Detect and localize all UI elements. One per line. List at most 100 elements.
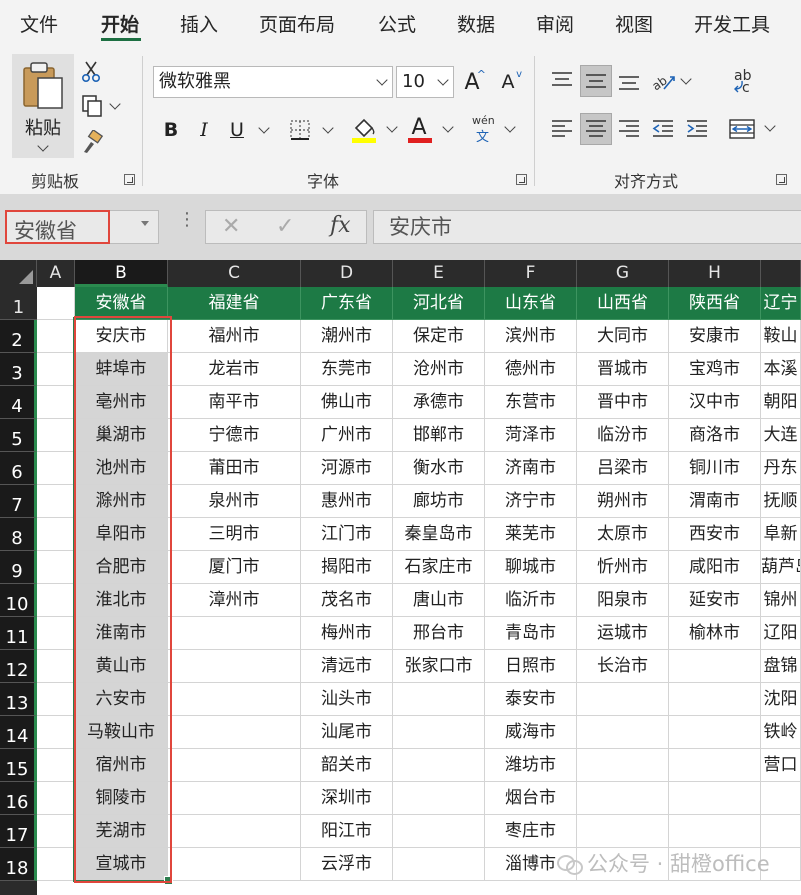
align-right-button[interactable] bbox=[614, 114, 644, 144]
column-header-g[interactable]: G bbox=[577, 260, 669, 287]
table-cell[interactable]: 临沂市 bbox=[485, 584, 577, 617]
table-cell[interactable]: 三明市 bbox=[168, 518, 301, 551]
table-cell[interactable] bbox=[168, 815, 301, 848]
row-header-5[interactable]: 5 bbox=[0, 419, 37, 452]
table-cell[interactable]: 衡水市 bbox=[393, 452, 485, 485]
table-cell[interactable] bbox=[168, 749, 301, 782]
table-cell[interactable]: 厦门市 bbox=[168, 551, 301, 584]
header-cell[interactable]: 山西省 bbox=[577, 287, 669, 320]
cell-a2[interactable] bbox=[37, 320, 75, 353]
tab-formulas[interactable]: 公式 bbox=[378, 10, 416, 37]
column-header-d[interactable]: D bbox=[301, 260, 393, 287]
tab-data[interactable]: 数据 bbox=[457, 10, 495, 37]
table-cell[interactable] bbox=[393, 749, 485, 782]
table-cell[interactable]: 榆林市 bbox=[669, 617, 761, 650]
table-cell[interactable]: 惠州市 bbox=[301, 485, 393, 518]
table-cell[interactable]: 西安市 bbox=[669, 518, 761, 551]
cell-a18[interactable] bbox=[37, 848, 75, 881]
table-cell[interactable]: 安康市 bbox=[669, 320, 761, 353]
column-header-b[interactable]: B bbox=[75, 260, 168, 287]
table-cell[interactable]: 太原市 bbox=[577, 518, 669, 551]
wrap-text-button[interactable]: ab c bbox=[728, 66, 762, 100]
tab-review[interactable]: 审阅 bbox=[536, 10, 574, 37]
merge-center-button[interactable] bbox=[728, 114, 778, 144]
column-header-a[interactable]: A bbox=[37, 260, 75, 287]
cell-a11[interactable] bbox=[37, 617, 75, 650]
cell-a12[interactable] bbox=[37, 650, 75, 683]
cell-a10[interactable] bbox=[37, 584, 75, 617]
table-cell[interactable] bbox=[393, 848, 485, 881]
selected-cell[interactable]: 合肥市 bbox=[75, 551, 168, 584]
row-header-14[interactable]: 14 bbox=[0, 716, 37, 749]
borders-button[interactable] bbox=[286, 116, 336, 144]
header-cell[interactable]: 山东省 bbox=[485, 287, 577, 320]
table-cell[interactable]: 朔州市 bbox=[577, 485, 669, 518]
table-cell[interactable]: 唐山市 bbox=[393, 584, 485, 617]
table-cell[interactable]: 济宁市 bbox=[485, 485, 577, 518]
table-cell[interactable]: 延安市 bbox=[669, 584, 761, 617]
font-launcher-icon[interactable] bbox=[516, 174, 527, 185]
table-cell[interactable]: 石家庄市 bbox=[393, 551, 485, 584]
table-cell[interactable]: 丹东 bbox=[761, 452, 801, 485]
cell-a9[interactable] bbox=[37, 551, 75, 584]
table-cell[interactable]: 忻州市 bbox=[577, 551, 669, 584]
table-cell[interactable] bbox=[669, 782, 761, 815]
selected-cell[interactable]: 芜湖市 bbox=[75, 815, 168, 848]
cell-a4[interactable] bbox=[37, 386, 75, 419]
cell-a13[interactable] bbox=[37, 683, 75, 716]
selected-cell[interactable]: 亳州市 bbox=[75, 386, 168, 419]
fill-color-button[interactable] bbox=[350, 114, 398, 146]
table-cell[interactable] bbox=[168, 683, 301, 716]
row-header-2[interactable]: 2 bbox=[0, 320, 37, 353]
table-cell[interactable] bbox=[669, 650, 761, 683]
table-cell[interactable]: 商洛市 bbox=[669, 419, 761, 452]
row-header-1[interactable]: 1 bbox=[0, 287, 37, 320]
table-cell[interactable]: 聊城市 bbox=[485, 551, 577, 584]
table-cell[interactable]: 汕头市 bbox=[301, 683, 393, 716]
table-cell[interactable]: 泉州市 bbox=[168, 485, 301, 518]
header-cell[interactable]: 河北省 bbox=[393, 287, 485, 320]
alignment-launcher-icon[interactable] bbox=[776, 174, 787, 185]
column-header-f[interactable]: F bbox=[485, 260, 577, 287]
selected-cell[interactable]: 黄山市 bbox=[75, 650, 168, 683]
font-color-button[interactable]: A bbox=[406, 114, 454, 146]
table-cell[interactable]: 葫芦岛 bbox=[761, 551, 801, 584]
tab-insert[interactable]: 插入 bbox=[180, 10, 218, 37]
table-cell[interactable]: 德州市 bbox=[485, 353, 577, 386]
insert-function-icon[interactable]: fx bbox=[330, 213, 351, 238]
table-cell[interactable] bbox=[761, 782, 801, 815]
align-center-button[interactable] bbox=[580, 113, 612, 145]
table-cell[interactable]: 江门市 bbox=[301, 518, 393, 551]
column-header-h[interactable]: H bbox=[669, 260, 761, 287]
table-cell[interactable]: 廊坊市 bbox=[393, 485, 485, 518]
table-cell[interactable] bbox=[669, 749, 761, 782]
table-cell[interactable]: 广州市 bbox=[301, 419, 393, 452]
cell-a15[interactable] bbox=[37, 749, 75, 782]
table-cell[interactable]: 承德市 bbox=[393, 386, 485, 419]
selected-cell[interactable]: 滁州市 bbox=[75, 485, 168, 518]
table-cell[interactable] bbox=[393, 683, 485, 716]
table-cell[interactable]: 潍坊市 bbox=[485, 749, 577, 782]
table-cell[interactable]: 龙岩市 bbox=[168, 353, 301, 386]
row-header-7[interactable]: 7 bbox=[0, 485, 37, 518]
selected-cell[interactable]: 蚌埠市 bbox=[75, 353, 168, 386]
selected-cell[interactable]: 宣城市 bbox=[75, 848, 168, 881]
table-cell[interactable]: 汉中市 bbox=[669, 386, 761, 419]
table-cell[interactable] bbox=[393, 815, 485, 848]
table-cell[interactable]: 运城市 bbox=[577, 617, 669, 650]
table-cell[interactable]: 本溪 bbox=[761, 353, 801, 386]
table-cell[interactable]: 营口 bbox=[761, 749, 801, 782]
orientation-button[interactable]: ab bbox=[648, 66, 694, 96]
clipboard-launcher-icon[interactable] bbox=[124, 174, 135, 185]
fill-handle[interactable] bbox=[164, 876, 173, 885]
tab-home[interactable]: 开始 bbox=[101, 10, 139, 37]
table-cell[interactable]: 滨州市 bbox=[485, 320, 577, 353]
table-cell[interactable] bbox=[577, 683, 669, 716]
table-cell[interactable]: 盘锦 bbox=[761, 650, 801, 683]
cell-a5[interactable] bbox=[37, 419, 75, 452]
column-header-i[interactable] bbox=[761, 260, 801, 287]
cell-a17[interactable] bbox=[37, 815, 75, 848]
selected-cell[interactable]: 淮南市 bbox=[75, 617, 168, 650]
table-cell[interactable] bbox=[168, 782, 301, 815]
table-cell[interactable]: 长治市 bbox=[577, 650, 669, 683]
